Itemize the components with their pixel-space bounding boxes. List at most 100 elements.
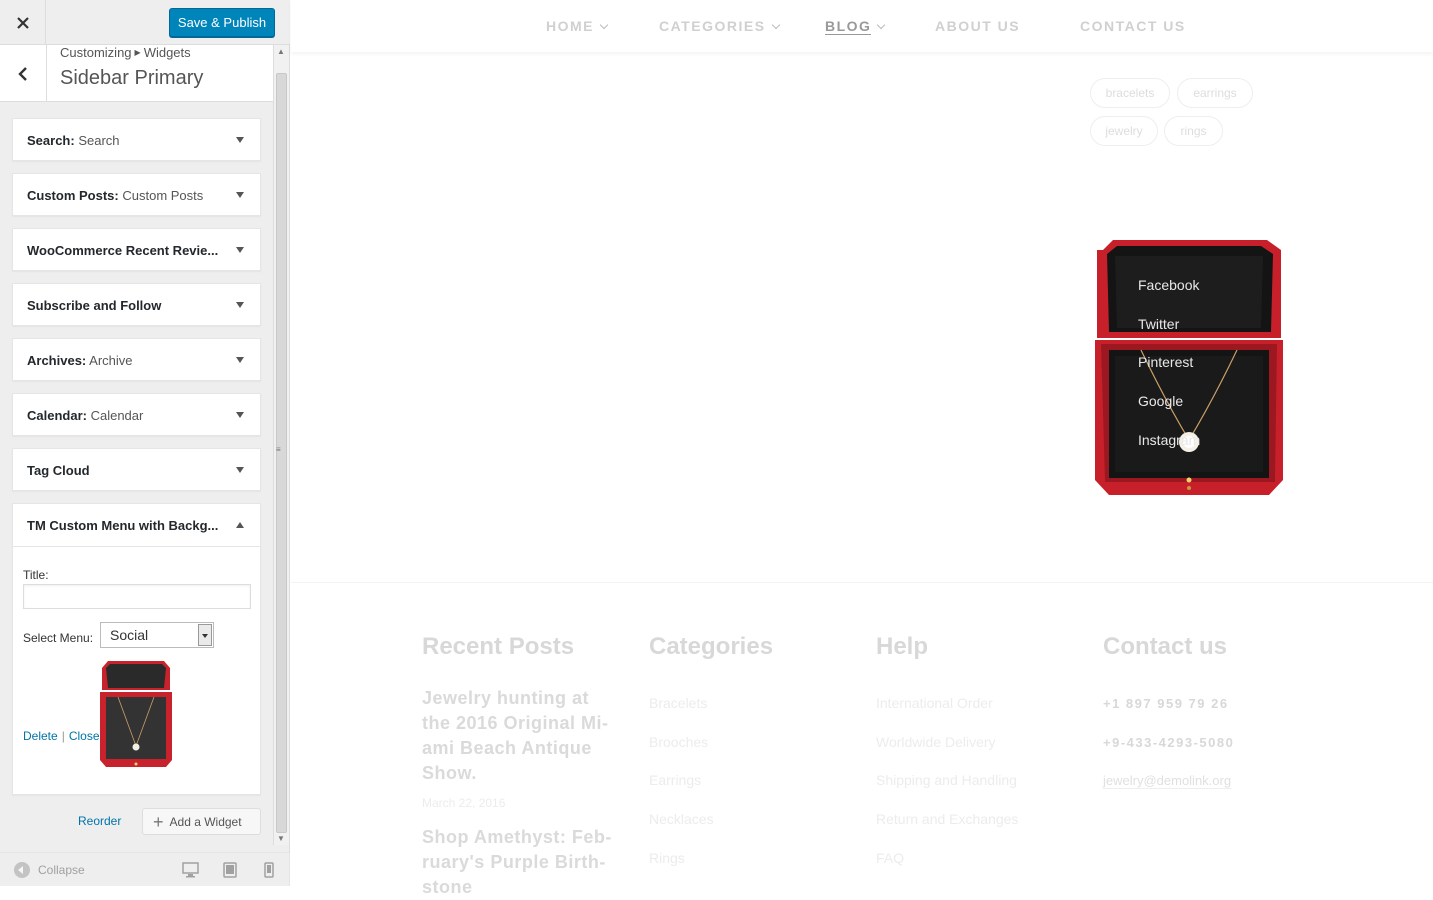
select-menu-label: Select Menu: (23, 631, 94, 645)
save-publish-button[interactable]: Save & Publish (169, 8, 275, 37)
widget-title: Subscribe and Follow (27, 298, 162, 313)
scroll-grip-icon: ≡ (276, 445, 281, 454)
tag-earrings[interactable]: earrings (1177, 78, 1253, 108)
title-label: Title: (23, 568, 49, 582)
main-navigation: HOME CATEGORIES BLOG ABOUT US CONTACT US (291, 0, 1433, 52)
breadcrumb-customizing: Customizing (60, 45, 132, 60)
scroll-down-icon[interactable]: ▼ (277, 834, 285, 843)
contact-phone-2: +9-433-4293-5080 (1103, 735, 1235, 750)
footer-help-link[interactable]: Shipping and Handling (876, 772, 1017, 788)
expand-arrow-icon[interactable] (236, 357, 244, 363)
footer-category-link[interactable]: Brooches (649, 734, 708, 750)
customizer-footer: Collapse (0, 852, 290, 886)
footer-category-link[interactable]: Earrings (649, 772, 701, 788)
widget-title[interactable]: TM Custom Menu with Backg... (27, 518, 218, 533)
background-image-thumbnail (100, 661, 172, 767)
footer-category-link[interactable]: Necklaces (649, 811, 714, 827)
contact-email-link[interactable]: jewelry@demolink.org (1103, 773, 1232, 789)
divider (13, 546, 260, 547)
social-link-facebook[interactable]: Facebook (1138, 277, 1199, 293)
select-menu-value: Social (110, 627, 149, 643)
desktop-preview-icon[interactable] (182, 862, 199, 878)
chevron-down-icon (599, 20, 609, 30)
footer-heading-recent-posts: Recent Posts (422, 633, 575, 660)
collapse-label: Collapse (38, 863, 85, 877)
footer-divider (291, 582, 1433, 583)
footer-heading-categories: Categories (649, 633, 774, 660)
footer-help-link[interactable]: International Order (876, 695, 993, 711)
plus-icon: + (153, 811, 164, 832)
widget-title: Custom Posts: Custom Posts (27, 188, 204, 203)
nav-contact-us[interactable]: CONTACT US (1080, 18, 1186, 34)
select-menu-dropdown[interactable]: Social (100, 622, 214, 648)
widget-title: Calendar: Calendar (27, 408, 144, 423)
widget-title: Tag Cloud (27, 463, 90, 478)
close-link[interactable]: Close (69, 729, 100, 743)
widget-title: Archives: Archive (27, 353, 133, 368)
footer-help-link[interactable]: Return and Exchanges (876, 811, 1018, 827)
tablet-preview-icon[interactable] (223, 862, 237, 878)
title-input[interactable] (23, 584, 251, 609)
tag-bracelets[interactable]: bracelets (1090, 78, 1170, 108)
footer-help-link[interactable]: Worldwide Delivery (876, 734, 996, 750)
nav-home[interactable]: HOME (546, 18, 609, 34)
chevron-down-icon (877, 20, 886, 30)
mobile-preview-icon[interactable] (264, 862, 274, 878)
site-preview: HOME CATEGORIES BLOG ABOUT US CONTACT US… (291, 0, 1433, 897)
chevron-down-icon (771, 20, 780, 30)
collapse-arrow-icon[interactable] (236, 522, 244, 528)
scroll-up-icon[interactable]: ▲ (277, 47, 285, 56)
expand-arrow-icon[interactable] (236, 412, 244, 418)
section-header: Customizing ▶ Widgets Sidebar Primary (0, 45, 274, 102)
widget-title: Search: Search (27, 133, 120, 148)
add-widget-button[interactable]: + Add a Widget (142, 808, 261, 835)
social-link-pinterest[interactable]: Pinterest (1138, 354, 1193, 370)
widget-archives[interactable]: Archives: Archive (12, 338, 261, 381)
reorder-link[interactable]: Reorder (78, 814, 121, 828)
add-widget-label: Add a Widget (169, 814, 242, 829)
widget-subscribe-follow[interactable]: Subscribe and Follow (12, 283, 261, 326)
expand-arrow-icon[interactable] (236, 302, 244, 308)
collapse-button[interactable]: Collapse (14, 862, 85, 878)
customizer-panel: Save & Publish Customizing ▶ Widgets Sideb… (0, 0, 290, 886)
expand-arrow-icon[interactable] (236, 137, 244, 143)
back-arrow-icon[interactable] (0, 45, 47, 102)
widget-actions: Delete | Close (23, 729, 100, 743)
footer-category-link[interactable]: Bracelets (649, 695, 707, 711)
nav-about-us[interactable]: ABOUT US (935, 18, 1020, 34)
recent-post-link[interactable]: Shop Amethyst: Feb-ruary's Purple Birth-… (422, 825, 622, 900)
widget-woocommerce-reviews[interactable]: WooCommerce Recent Revie... (12, 228, 261, 271)
social-link-twitter[interactable]: Twitter (1138, 316, 1179, 332)
expand-arrow-icon[interactable] (236, 247, 244, 253)
recent-post-date: March 22, 2016 (422, 796, 506, 810)
contact-phone-1: +1 897 959 79 26 (1103, 696, 1229, 711)
footer-heading-contact: Contact us (1103, 633, 1228, 660)
footer-help-link[interactable]: FAQ (876, 850, 904, 866)
footer-category-link[interactable]: Rings (649, 850, 685, 866)
widget-calendar[interactable]: Calendar: Calendar (12, 393, 261, 436)
nav-blog[interactable]: BLOG (825, 18, 886, 35)
section-title: Sidebar Primary (60, 67, 204, 89)
customizer-header: Save & Publish (0, 0, 290, 45)
recent-post-link[interactable]: Jewelry hunting at the 2016 Original Mi-… (422, 686, 622, 786)
collapse-icon (14, 862, 30, 878)
sidebar-scrollbar[interactable]: ▲ ≡ ▼ (273, 45, 289, 845)
breadcrumb-widgets: Widgets (143, 45, 191, 60)
widget-search[interactable]: Search: Search (12, 118, 261, 161)
delete-link[interactable]: Delete (23, 729, 58, 743)
close-icon[interactable] (0, 0, 46, 45)
dropdown-arrow-icon[interactable] (198, 624, 212, 646)
widget-tm-custom-menu: TM Custom Menu with Backg... Title: Sele… (12, 503, 261, 795)
nav-categories[interactable]: CATEGORIES (659, 18, 780, 34)
breadcrumb: Customizing ▶ Widgets (60, 45, 191, 60)
widget-tag-cloud[interactable]: Tag Cloud (12, 448, 261, 491)
tag-jewelry[interactable]: jewelry (1090, 116, 1158, 146)
social-link-google[interactable]: Google (1138, 393, 1183, 409)
tag-rings[interactable]: rings (1164, 116, 1223, 146)
expand-arrow-icon[interactable] (236, 467, 244, 473)
social-link-instagram[interactable]: Instagram (1138, 432, 1200, 448)
widget-title: WooCommerce Recent Revie... (27, 243, 219, 258)
expand-arrow-icon[interactable] (236, 192, 244, 198)
breadcrumb-separator-icon: ▶ (134, 48, 141, 57)
widget-custom-posts[interactable]: Custom Posts: Custom Posts (12, 173, 261, 216)
